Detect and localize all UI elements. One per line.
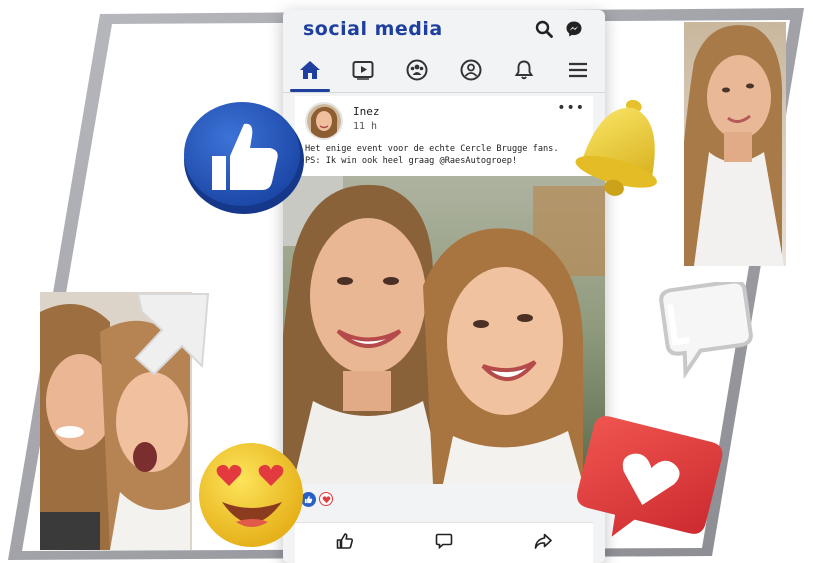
post-card: Inez 11 h ••• Het enige event voor de ec… (295, 96, 593, 176)
heart-notification-icon (577, 416, 723, 537)
thumbs-up-bubble-icon (184, 102, 304, 214)
post-photo[interactable] (283, 176, 605, 484)
photo-frame-scene: social media Inez 11 h ••• Het enige eve… (0, 0, 813, 563)
messenger-icon[interactable] (565, 20, 583, 42)
caption-line-1: Het enige event voor de echte Cercle Bru… (305, 144, 559, 154)
nav-groups[interactable] (397, 52, 437, 88)
nav-profile[interactable] (451, 52, 491, 88)
main-nav (283, 48, 605, 93)
share-icon[interactable] (534, 532, 553, 554)
like-icon[interactable] (336, 532, 354, 554)
post-author[interactable]: Inez (353, 105, 380, 118)
nav-video[interactable] (343, 52, 383, 88)
nav-home[interactable] (289, 52, 330, 92)
bell-icon (515, 60, 534, 80)
arrow-cursor-icon (134, 293, 210, 376)
user-icon (460, 59, 482, 81)
photo-right-top (684, 22, 786, 266)
post-actions (295, 522, 593, 563)
hamburger-icon (569, 62, 588, 78)
social-feed-phone: social media Inez 11 h ••• Het enige eve… (283, 10, 605, 563)
post-time: 11 h (353, 121, 378, 132)
comment-icon[interactable] (435, 532, 453, 554)
home-icon (299, 61, 320, 79)
nav-menu[interactable] (558, 52, 598, 88)
header-icons (535, 20, 583, 42)
caption-line-2: PS: Ik win ook heel graag @RaesAutogroep… (305, 156, 518, 166)
nav-notifications[interactable] (504, 52, 544, 88)
speech-bubble-outline-icon (659, 282, 753, 380)
heart-eyes-emoji-icon (199, 443, 303, 547)
play-icon (352, 61, 374, 80)
groups-icon (406, 59, 428, 81)
bell-3d-icon (575, 99, 657, 196)
love-reaction-icon (319, 492, 333, 506)
post-caption: Het enige event voor de echte Cercle Bru… (305, 143, 593, 167)
avatar[interactable] (305, 102, 343, 140)
app-brand: social media (303, 18, 443, 40)
search-icon[interactable] (535, 20, 553, 42)
